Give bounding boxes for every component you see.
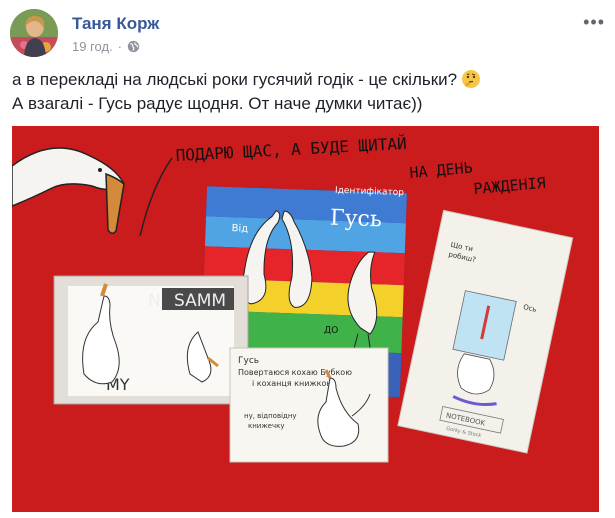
author-name[interactable]: Таня Корж bbox=[72, 14, 159, 34]
book-side-label: Від bbox=[231, 222, 248, 235]
post-photo[interactable]: ПОДАРЮ ЩАС, А БУДЕ ЩИТАЙ НА ДЕНЬ РАЖДЕНІ… bbox=[12, 126, 599, 512]
thinking-face-emoji-icon bbox=[462, 70, 481, 88]
shirt-text-1: SAMM bbox=[174, 291, 226, 311]
post-timestamp[interactable]: 19 год. bbox=[72, 39, 113, 54]
book-do-label: ДО bbox=[324, 325, 338, 335]
globe-icon[interactable] bbox=[127, 40, 140, 53]
photo-illustration: ПОДАРЮ ЩАС, А БУДЕ ЩИТАЙ НА ДЕНЬ РАЖДЕНІ… bbox=[12, 126, 599, 512]
shirt-text-2: N bbox=[148, 291, 161, 311]
post-text-line-2: А взагалі - Гусь радує щодня. От наче ду… bbox=[12, 94, 423, 113]
post-text: а в перекладі на людські роки гусячий го… bbox=[12, 68, 602, 116]
avatar[interactable] bbox=[10, 9, 58, 57]
tshirt-box: N SAMM MY bbox=[53, 275, 249, 405]
post-text-line-1: а в перекладі на людські роки гусячий го… bbox=[12, 68, 602, 92]
book-title: Гусь bbox=[330, 206, 383, 233]
card-title: Гусь bbox=[238, 356, 259, 366]
post-text-line-1-content: а в перекладі на людські роки гусячий го… bbox=[12, 70, 458, 89]
facebook-post: Таня Корж 19 год. · ••• а в перекладі на… bbox=[0, 0, 615, 518]
more-options-button[interactable]: ••• bbox=[583, 13, 605, 31]
card-line-4: книжечку bbox=[248, 422, 284, 430]
card-line-2: і коханця книжкою bbox=[252, 379, 333, 388]
meta-separator: · bbox=[117, 39, 123, 54]
avatar-photo bbox=[10, 9, 58, 57]
postcard: Гусь Повертаюся кохаю Бубкою і коханця к… bbox=[229, 347, 389, 463]
post-header: Таня Корж 19 год. · ••• bbox=[10, 9, 605, 59]
card-line-3: ну, відповідну bbox=[244, 412, 297, 420]
post-meta: 19 год. · bbox=[72, 39, 140, 54]
card-line-1: Повертаюся кохаю Бубкою bbox=[238, 368, 352, 377]
